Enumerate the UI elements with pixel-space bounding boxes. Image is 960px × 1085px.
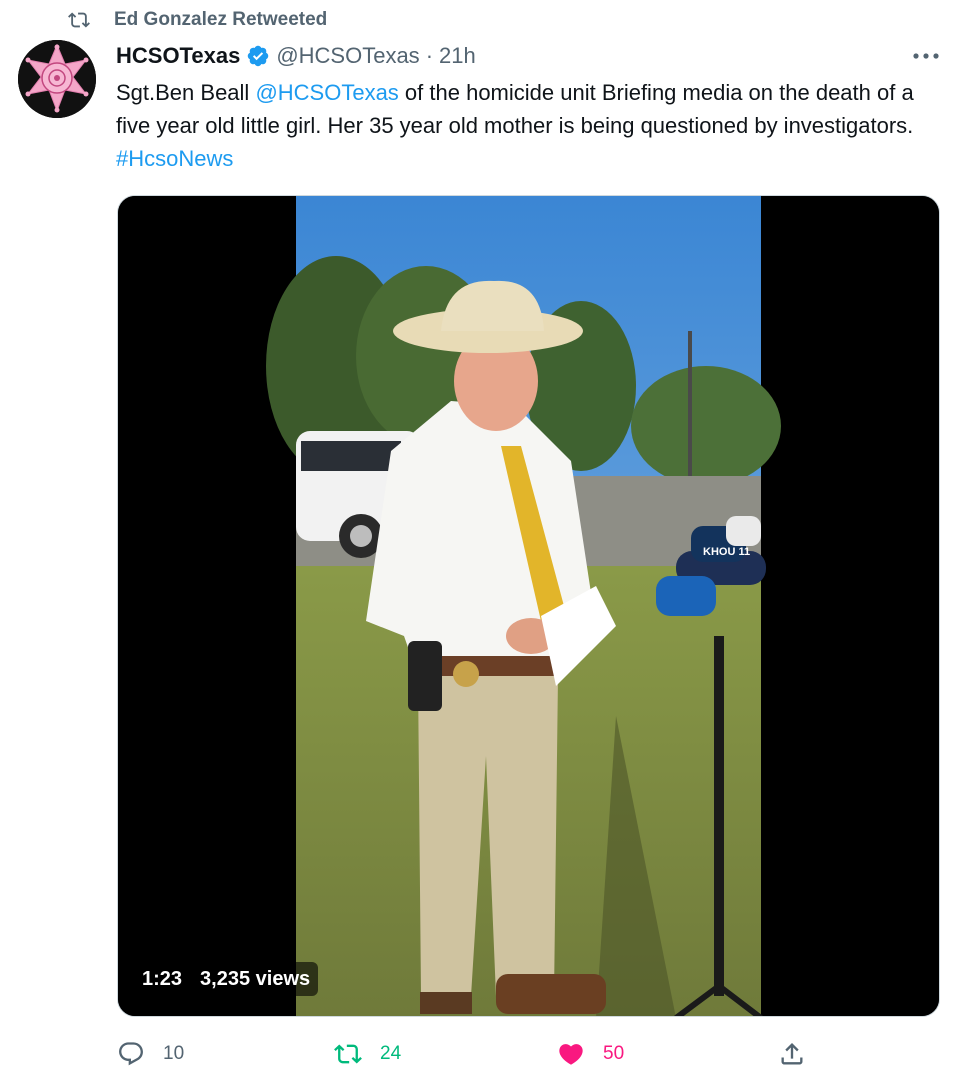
tweet-header: HCSOTexas @HCSOTexas · 21h [116, 40, 476, 72]
separator-dot: · [425, 43, 434, 68]
tweet-actions: 10 24 50 [0, 1034, 960, 1074]
like-button[interactable]: 50 [557, 1034, 624, 1074]
avatar[interactable] [18, 40, 96, 118]
tweet-text-part: Sgt.Ben Beall [116, 80, 256, 105]
retweet-button[interactable]: 24 [334, 1034, 401, 1074]
reply-button[interactable]: 10 [117, 1034, 184, 1074]
more-options-icon[interactable] [906, 44, 946, 68]
video-duration: 1:23 [142, 967, 183, 990]
like-count: 50 [603, 1043, 625, 1064]
video-frame: KHOU 11 [118, 196, 939, 1016]
retweeted-by-text[interactable]: Ed Gonzalez Retweeted [114, 9, 327, 31]
retweet-count: 24 [380, 1043, 402, 1064]
sheriff-badge-icon [18, 40, 96, 118]
reply-count: 10 [163, 1043, 185, 1064]
mention-link[interactable]: @HCSOTexas [255, 80, 398, 105]
author-name[interactable]: HCSOTexas [116, 43, 240, 69]
video-stats-badge: 1:23 3,235 views [132, 962, 319, 996]
hashtag-link[interactable]: #HcsoNews [116, 146, 233, 171]
retweet-icon [68, 12, 90, 28]
retweet-icon [334, 1044, 362, 1064]
video-views: 3,235 views [200, 967, 311, 990]
heart-filled-icon [559, 1044, 583, 1065]
retweet-context[interactable]: Ed Gonzalez Retweeted [66, 8, 327, 32]
verified-badge-icon [248, 45, 269, 67]
share-icon [781, 1043, 803, 1065]
video-player[interactable]: KHOU 11 [117, 195, 940, 1017]
share-button[interactable] [778, 1034, 806, 1074]
tweet-timestamp[interactable]: 21h [439, 43, 476, 69]
reply-icon [119, 1042, 143, 1066]
tweet-text: Sgt.Ben Beall @HCSOTexas of the homicide… [116, 76, 946, 175]
mic-logo-text: KHOU 11 [703, 546, 750, 558]
author-handle[interactable]: @HCSOTexas [276, 43, 419, 69]
